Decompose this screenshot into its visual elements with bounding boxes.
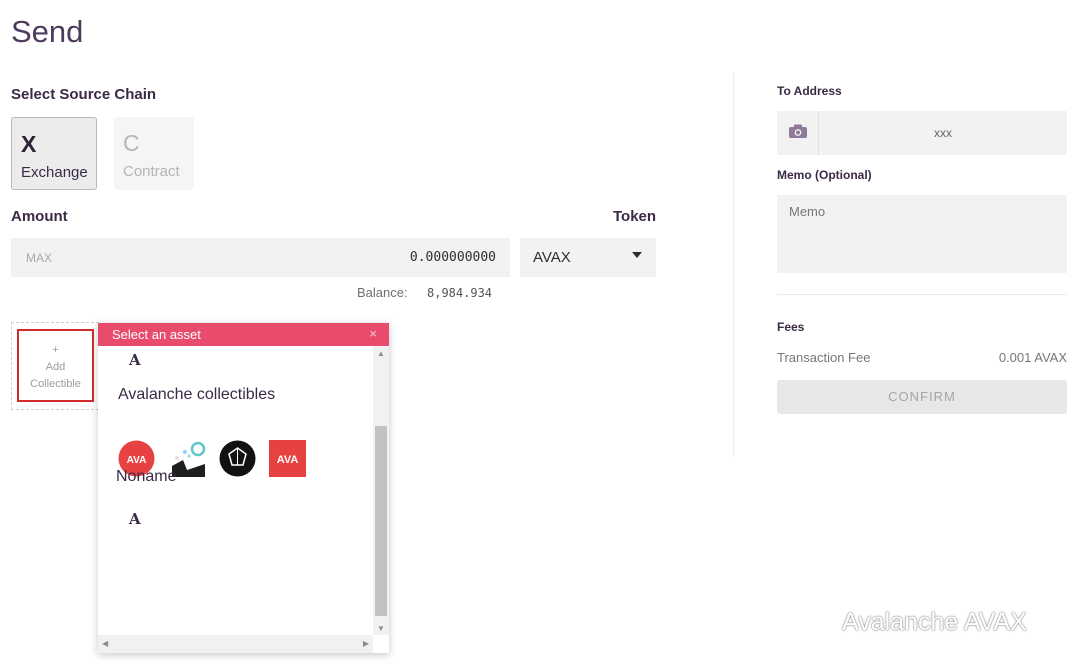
panel-divider <box>733 72 734 457</box>
horizontal-scrollbar[interactable]: ◀ ▶ <box>98 635 373 653</box>
watermark-text: Avalanche AVAX <box>842 608 1027 636</box>
nft-avax-red-square-icon[interactable]: AVA <box>269 440 306 477</box>
max-button[interactable]: MAX <box>26 251 52 265</box>
scrollbar-thumb[interactable] <box>375 426 387 616</box>
token-select[interactable]: AVAX <box>520 238 656 277</box>
caret-down-icon <box>632 252 642 258</box>
chain-letter: C <box>123 130 140 156</box>
svg-text:AVA: AVA <box>277 454 299 466</box>
asset-list: A Avalanche collectibles AVA AVA Noname … <box>98 346 373 635</box>
chain-letter: X <box>21 131 37 157</box>
to-address-value[interactable]: xxx <box>819 126 1067 140</box>
source-chain-label: Select Source Chain <box>11 86 157 103</box>
asset-group-title: Noname <box>116 468 177 485</box>
memo-input[interactable]: Memo <box>777 195 1067 273</box>
asset-letter-avatar[interactable]: A <box>129 510 141 528</box>
add-collectible-button[interactable]: + Add Collectible <box>17 329 94 402</box>
scroll-right-icon[interactable]: ▶ <box>363 639 369 648</box>
amount-input[interactable]: MAX 0.000000000 <box>11 238 510 277</box>
qr-scan-button[interactable] <box>777 111 819 155</box>
asset-select-popup: Select an asset × A Avalanche collectibl… <box>98 323 389 653</box>
memo-label: Memo (Optional) <box>777 168 872 182</box>
svg-text:AVA: AVA <box>127 455 147 466</box>
asset-letter-avatar[interactable]: A <box>129 351 141 369</box>
token-selected: AVAX <box>533 249 571 266</box>
confirm-button[interactable]: CONFIRM <box>777 380 1067 414</box>
camera-icon <box>789 124 807 138</box>
popup-title: Select an asset <box>112 327 201 342</box>
to-address-label: To Address <box>777 84 842 98</box>
chain-name: Contract <box>123 163 180 180</box>
memo-placeholder: Memo <box>789 204 826 219</box>
token-label: Token <box>613 208 657 225</box>
close-icon[interactable]: × <box>369 326 377 341</box>
vertical-scrollbar[interactable]: ▲ ▼ <box>373 346 389 635</box>
balance-label: Balance: <box>357 285 408 300</box>
scroll-up-icon[interactable]: ▲ <box>377 349 385 358</box>
transaction-fee-value: 0.001 AVAX <box>998 350 1067 365</box>
plus-icon: + <box>52 344 59 356</box>
add-collectible-label: Add <box>45 361 66 373</box>
balance-value: 8,984.934 <box>427 286 493 300</box>
add-collectible-label-2: Collectible <box>30 378 81 390</box>
popup-header: Select an asset × <box>98 323 389 346</box>
amount-label: Amount <box>11 208 68 225</box>
divider <box>777 294 1067 295</box>
scroll-down-icon[interactable]: ▼ <box>377 624 385 633</box>
asset-group-title: Avalanche collectibles <box>118 386 276 403</box>
wechat-icon <box>808 610 837 632</box>
nft-dark-circle-icon[interactable] <box>219 440 256 477</box>
scroll-left-icon[interactable]: ◀ <box>102 639 108 648</box>
to-address-field[interactable]: xxx <box>777 111 1067 155</box>
amount-value[interactable]: 0.000000000 <box>410 250 496 265</box>
chain-option-exchange[interactable]: X Exchange <box>11 117 97 190</box>
watermark: Avalanche AVAX <box>808 608 1027 637</box>
fees-label: Fees <box>777 320 805 334</box>
chain-option-contract[interactable]: C Contract <box>114 117 194 190</box>
page-title: Send <box>11 14 84 49</box>
transaction-fee-label: Transaction Fee <box>777 350 871 365</box>
chain-name: Exchange <box>21 164 88 181</box>
